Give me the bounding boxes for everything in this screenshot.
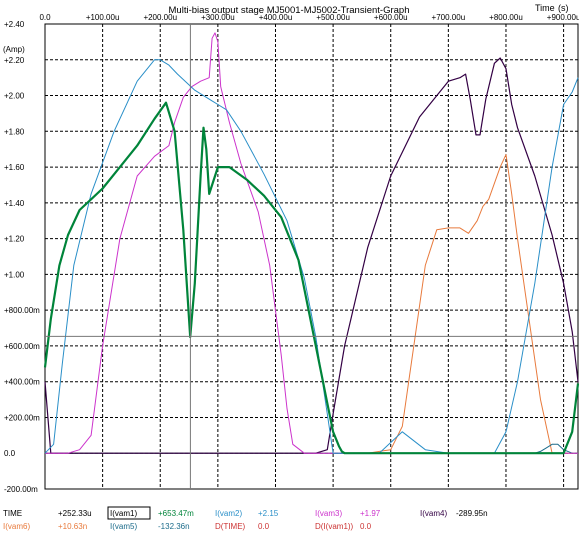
x-tick-label: +900.00u	[547, 13, 579, 22]
x-tick-label: +200.00u	[143, 13, 177, 22]
y-tick-labels: +2.40 +2.20 +2.00 +1.80 +1.60 +1.40 +1.20 +1.00…	[4, 20, 40, 494]
x-tick-label: +500.00u	[316, 13, 350, 22]
readout-row1-value: +653.47m	[158, 509, 194, 518]
y-unit: (Amp)	[3, 45, 25, 54]
series-i-vam6	[45, 154, 578, 454]
y-tick-label: +1.20	[4, 235, 25, 244]
y-tick-label: +2.00	[4, 92, 25, 101]
y-tick-label: +600.00m	[4, 342, 40, 351]
y-tick-label: +400.00m	[4, 378, 40, 387]
transient-graph-window: Multi-bias output stage MJ5001-MJ5002-Tr…	[0, 0, 579, 531]
readout-row2-label: D(I(vam1))	[315, 522, 354, 531]
readout-row2-value: -132.36n	[158, 522, 190, 531]
readout-row2-label: I(vam6)	[3, 522, 30, 531]
x-tick-label: +600.00u	[374, 13, 408, 22]
y-tick-label: +2.20	[4, 56, 25, 65]
readout-row1-label: I(vam1)	[110, 509, 137, 518]
cursor[interactable]	[45, 24, 578, 489]
y-tick-label: +1.60	[4, 163, 25, 172]
cursor-readout: TIME +252.33u I(vam1) +653.47m I(vam2) +2.15 I…	[3, 506, 488, 531]
readout-row2-value: 0.0	[258, 522, 270, 531]
readout-row1-label: I(vam3)	[315, 509, 342, 518]
readout-row2-label: D(TIME)	[215, 522, 246, 531]
series-i-vam1	[43, 101, 579, 455]
y-tick-label: +800.00m	[4, 306, 40, 315]
grid	[44, 23, 579, 490]
y-tick-label: +1.80	[4, 127, 25, 136]
x-tick-label: +400.00u	[259, 13, 293, 22]
readout-row1-label: I(vam4)	[420, 509, 447, 518]
readout-row1-value: -289.95n	[456, 509, 488, 518]
readout-row2-value: +10.63n	[58, 522, 87, 531]
readout-row1-value: +252.33u	[58, 509, 92, 518]
x-unit-label: Time	[535, 3, 555, 13]
transient-chart[interactable]: Multi-bias output stage MJ5001-MJ5002-Tr…	[0, 0, 579, 531]
x-tick-label: +800.00u	[489, 13, 523, 22]
series-i-vam2	[44, 59, 579, 454]
plot-frame	[44, 23, 579, 490]
readout-row1-label: TIME	[3, 509, 22, 518]
readout-row2-value: 0.0	[360, 522, 372, 531]
x-unit: (s)	[558, 3, 569, 13]
x-tick-label: +100.00u	[86, 13, 120, 22]
readout-row1-value: +1.97	[360, 509, 381, 518]
y-tick-label: +1.40	[4, 199, 25, 208]
readout-row1-value: +2.15	[258, 509, 279, 518]
y-tick-label: +200.00m	[4, 413, 40, 422]
readout-row2-label: I(vam5)	[110, 522, 137, 531]
y-tick-label: +1.00	[4, 270, 25, 279]
y-tick-label: 0.0	[4, 449, 16, 458]
x-tick-label: 0.0	[39, 13, 51, 22]
readout-row1-label: I(vam2)	[215, 509, 242, 518]
y-tick-label: +2.40	[4, 20, 25, 29]
series-i-vam4	[44, 57, 579, 454]
y-tick-label: -200.00m	[4, 485, 38, 494]
x-tick-label: +700.00u	[432, 13, 466, 22]
x-tick-label: +300.00u	[201, 13, 235, 22]
